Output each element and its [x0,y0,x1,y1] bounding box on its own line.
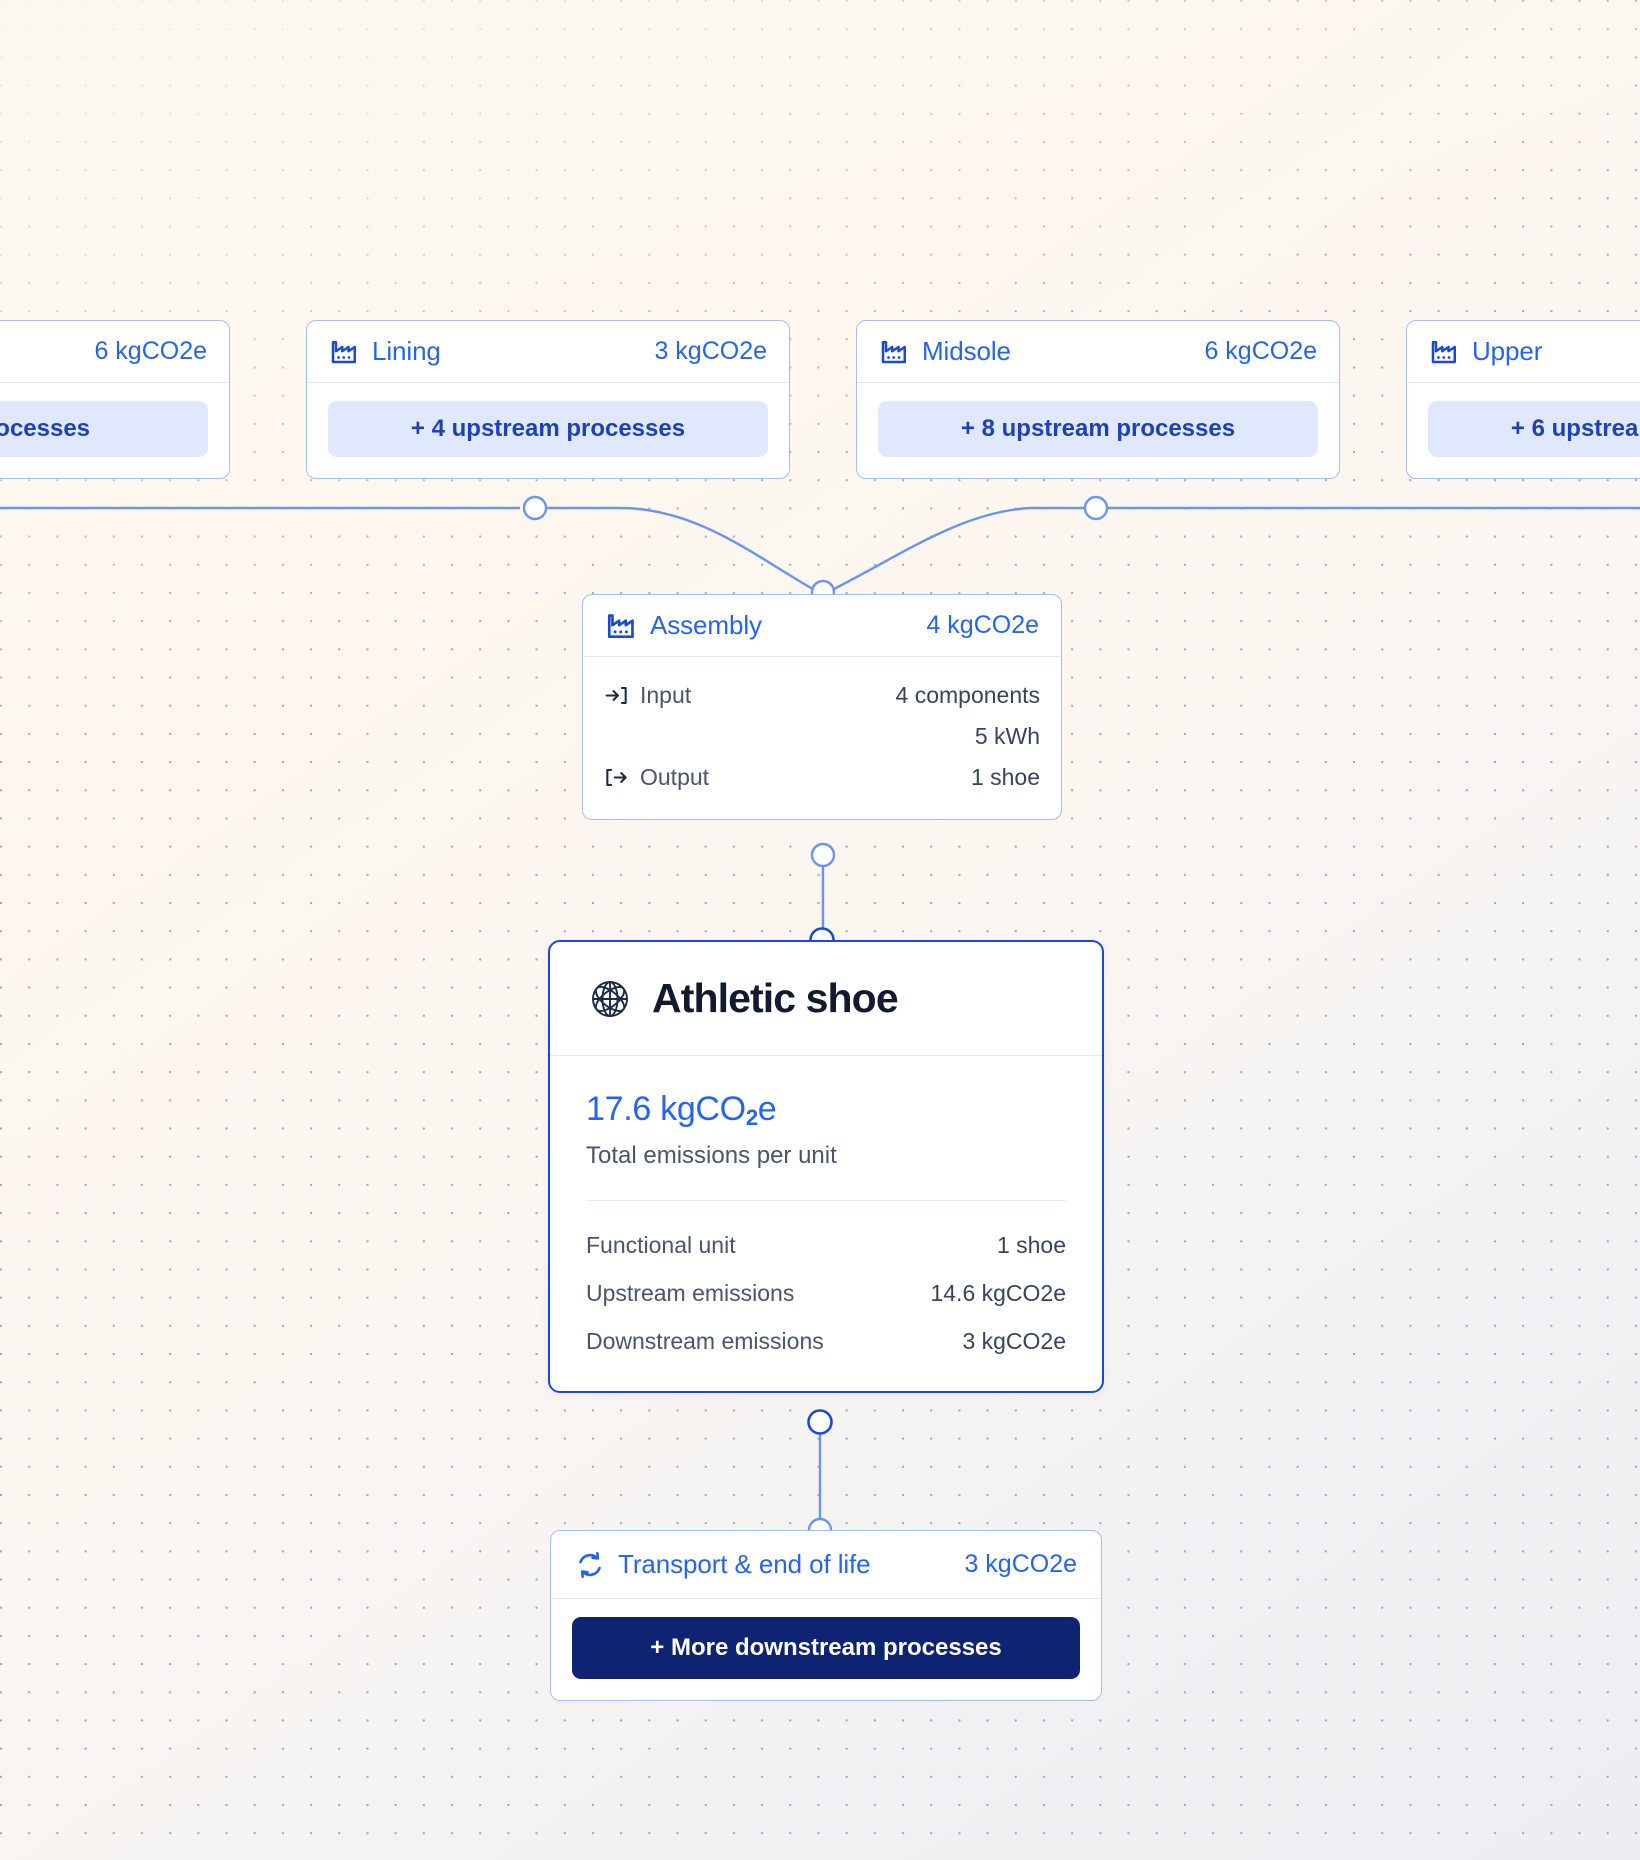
port-product-out [807,1409,833,1435]
product-total-subscript: 2 [745,1105,758,1130]
node-midsole-upstream-button[interactable]: + 8 upstream processes [878,401,1318,457]
assembly-input-value: 4 components [895,682,1040,708]
node-cutting-upstream-button[interactable]: n processes [0,401,208,457]
product-total-number: 17.6 kgCO [586,1090,746,1128]
node-upper-title: Upper [1472,336,1543,366]
more-downstream-processes-button[interactable]: + More downstream processes [572,1617,1080,1679]
port-midsole-out [1083,495,1109,521]
node-lining[interactable]: Lining 3 kgCO2e + 4 upstream processes [306,320,790,479]
assembly-output-label: Output [640,764,710,790]
node-assembly[interactable]: Assembly 4 kgCO2e Input 4 components 5 k… [582,594,1062,820]
product-total-suffix: e [757,1090,777,1128]
assembly-energy-row: 5 kWh [604,716,1040,757]
node-assembly-value: 4 kgCO2e [926,611,1039,639]
product-metric-label: Upstream emissions [586,1279,795,1306]
product-metric-row: Upstream emissions 14.6 kgCO2e [586,1269,1066,1317]
factory-icon [881,340,906,363]
assembly-output-value: 1 shoe [970,764,1040,790]
node-midsole[interactable]: Midsole 6 kgCO2e + 8 upstream processes [856,320,1340,479]
assembly-energy-value: 5 kWh [974,723,1040,749]
node-upper[interactable]: Upper + 6 upstream processes [1406,320,1640,479]
node-cutting-body: n processes [0,383,229,478]
node-cutting-value: 6 kgCO2e [94,337,207,365]
product-header: Athletic shoe [550,942,1102,1056]
product-metric-value: 1 shoe [996,1231,1066,1258]
node-midsole-body: + 8 upstream processes [857,383,1339,478]
downstream-value: 3 kgCO2e [964,1550,1077,1578]
product-body: 17.6 kgCO2e Total emissions per unit Fun… [550,1056,1102,1391]
port-assembly-out [810,842,836,868]
node-upper-upstream-button[interactable]: + 6 upstream processes [1428,401,1640,457]
assembly-input-label: Input [640,682,692,708]
edge-midsole-to-assembly [827,506,1096,594]
product-metric-value: 14.6 kgCO2e [930,1279,1066,1306]
node-assembly-header: Assembly 4 kgCO2e [583,595,1061,657]
output-arrow-icon [606,768,627,787]
node-lining-value: 3 kgCO2e [654,337,767,365]
product-total-caption: Total emissions per unit [586,1142,837,1169]
edge-lining-to-assembly [536,506,819,594]
downstream-body: + More downstream processes [551,1599,1101,1700]
node-cutting-header: 6 kgCO2e [0,321,229,383]
factory-icon [1431,340,1456,363]
product-divider [586,1200,1066,1202]
globe-icon [592,980,628,1017]
node-lining-header: Lining 3 kgCO2e [307,321,789,383]
product-metric-value: 3 kgCO2e [962,1327,1066,1354]
node-midsole-title: Midsole [922,336,1011,366]
product-total-emissions: 17.6 kgCO2e [586,1090,1066,1130]
downstream-title: Transport & end of life [618,1549,871,1579]
assembly-input-row: Input 4 components [604,675,1040,716]
product-metric-row: Functional unit 1 shoe [586,1221,1066,1269]
node-downstream[interactable]: Transport & end of life 3 kgCO2e + More … [550,1530,1102,1701]
product-name: Athletic shoe [652,975,899,1021]
assembly-output-row: Output 1 shoe [604,757,1040,798]
recycle-icon [579,1551,601,1578]
product-metric-row: Downstream emissions 3 kgCO2e [586,1317,1066,1365]
downstream-header: Transport & end of life 3 kgCO2e [551,1531,1101,1599]
node-upper-body: + 6 upstream processes [1407,383,1640,478]
product-metric-label: Functional unit [586,1231,736,1258]
input-arrow-icon [605,686,627,705]
factory-icon [607,613,634,638]
node-upper-header: Upper [1407,321,1640,383]
node-lining-title: Lining [372,336,441,366]
factory-icon [331,340,356,363]
port-lining-out [522,495,548,521]
node-midsole-header: Midsole 6 kgCO2e [857,321,1339,383]
node-lining-body: + 4 upstream processes [307,383,789,478]
node-product[interactable]: Athletic shoe 17.6 kgCO2e Total emission… [548,940,1104,1394]
product-metric-label: Downstream emissions [586,1327,824,1354]
node-assembly-body: Input 4 components 5 kWh Output 1 shoe [583,657,1061,819]
node-lining-upstream-button[interactable]: + 4 upstream processes [328,401,768,457]
node-midsole-value: 6 kgCO2e [1204,337,1317,365]
node-assembly-title: Assembly [650,610,762,640]
node-cutting[interactable]: 6 kgCO2e n processes [0,320,230,479]
